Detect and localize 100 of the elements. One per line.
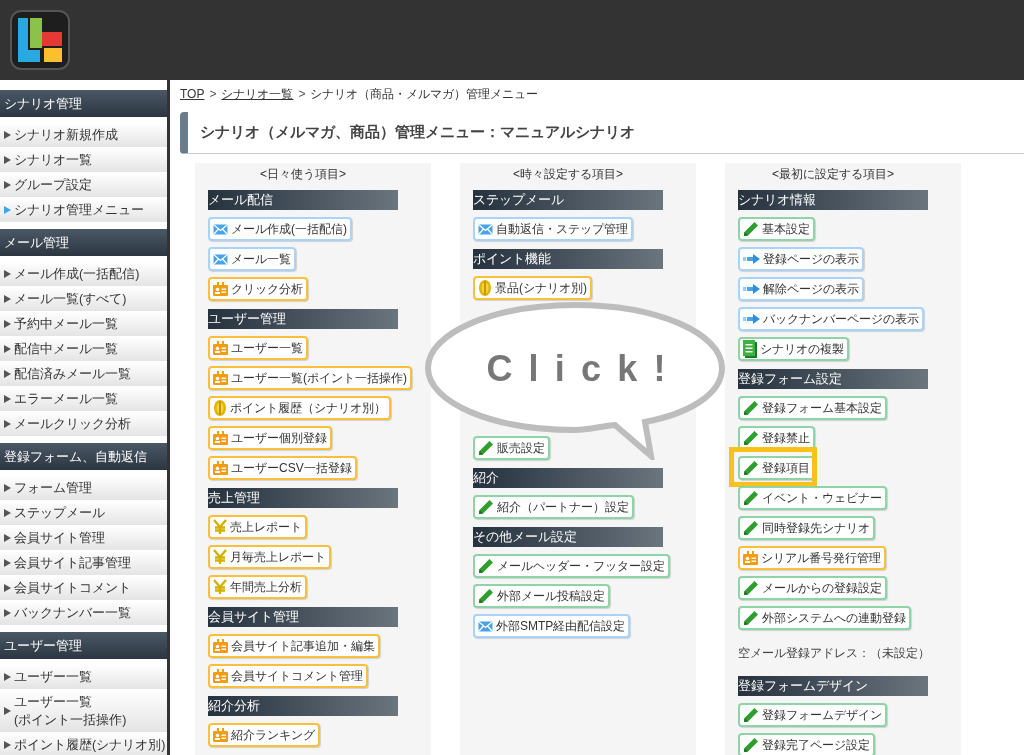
menu-button[interactable]: 同時登録先シナリオ (738, 516, 875, 540)
pencil-icon (743, 460, 759, 476)
id-card-icon (213, 282, 228, 296)
logo-icon[interactable] (10, 10, 70, 70)
coin-icon (213, 399, 227, 417)
menu-button[interactable]: 会員サイト記事追加・編集 (208, 634, 380, 658)
section-header: メール配信 (208, 190, 398, 210)
id-card-icon (213, 371, 228, 385)
menu-button[interactable]: 登録項目 (738, 456, 815, 480)
menu-button[interactable]: 売上レポート (208, 515, 307, 539)
menu-button[interactable]: メール作成(一括配信) (208, 217, 352, 241)
menu-button[interactable]: ユーザー一覧 (208, 336, 308, 360)
sidebar-item[interactable]: シナリオ新規作成 (0, 123, 167, 148)
menu-button[interactable]: 年間売上分析 (208, 575, 307, 599)
menu-button[interactable]: 登録禁止 (738, 426, 815, 450)
sidebar-item[interactable]: エラーメール一覧 (0, 387, 167, 412)
envelope-icon (213, 223, 228, 235)
pencil-icon (478, 588, 494, 604)
sidebar-item[interactable]: 会員サイト管理 (0, 526, 167, 551)
coin-icon (478, 279, 492, 297)
menu-button[interactable]: ユーザー一覧(ポイント一括操作) (208, 366, 412, 390)
yen-sign-icon (213, 549, 227, 565)
menu-button[interactable]: イベント・ウェビナー (738, 486, 887, 510)
arrow-icon (743, 254, 760, 264)
sidebar-item[interactable]: 会員サイト記事管理 (0, 551, 167, 576)
pencil-icon (743, 707, 759, 723)
sidebar-item[interactable]: シナリオ管理メニュー (0, 198, 167, 223)
sidebar-item[interactable]: グループ設定 (0, 173, 167, 198)
sidebar-item[interactable]: バックナンバー一覧 (0, 601, 167, 626)
breadcrumb-link[interactable]: TOP (180, 85, 205, 103)
menu-button[interactable]: 外部メール投稿設定 (473, 584, 610, 608)
breadcrumb-separator: > (209, 86, 217, 103)
arrow-icon (743, 314, 760, 324)
pencil-icon (743, 221, 759, 237)
menu-button[interactable]: 景品(シナリオ別) (473, 276, 592, 300)
section-header: 紹介分析 (208, 696, 398, 716)
section-header: 登録フォームデザイン (738, 676, 928, 696)
menu-button[interactable]: 外部SMTP経由配信設定 (473, 614, 631, 638)
menu-button[interactable]: 販売設定 (473, 436, 550, 460)
menu-button[interactable]: 登録ページの表示 (738, 247, 864, 271)
callout-text: Click! (485, 347, 683, 391)
sidebar-item[interactable]: メール一覧(すべて) (0, 287, 167, 312)
section-header: ユーザー管理 (208, 309, 398, 329)
menu-button[interactable]: メールからの登録設定 (738, 576, 887, 600)
section-header: シナリオ情報 (738, 190, 928, 210)
sidebar-section-header: ユーザー管理 (0, 632, 167, 659)
pencil-icon (478, 499, 494, 515)
sidebar-item[interactable]: メールクリック分析 (0, 412, 167, 437)
section-header: 紹介 (473, 468, 663, 488)
menu-button[interactable]: シナリオの複製 (738, 337, 849, 361)
breadcrumb-separator: > (298, 86, 306, 103)
menu-button[interactable]: シリアル番号発行管理 (738, 546, 886, 570)
id-card-icon (213, 431, 228, 445)
breadcrumb-link[interactable]: シナリオ一覧 (221, 85, 294, 103)
column-title: <時々設定する項目> (512, 166, 624, 183)
sidebar-item[interactable]: 配信済みメール一覧 (0, 362, 167, 387)
menu-button[interactable]: メールヘッダー・フッター設定 (473, 554, 670, 578)
pencil-icon (743, 490, 759, 506)
menu-button[interactable]: 紹介（パートナー）設定 (473, 495, 634, 519)
id-card-icon (213, 461, 228, 475)
menu-button[interactable]: バックナンバーページの表示 (738, 307, 924, 331)
id-card-icon (213, 639, 228, 653)
menu-button[interactable]: 自動返信・ステップ管理 (473, 217, 633, 241)
menu-button[interactable]: 月毎売上レポート (208, 545, 331, 569)
sidebar-item[interactable]: 予約中メール一覧 (0, 312, 167, 337)
sidebar-item[interactable]: ステップメール (0, 501, 167, 526)
menu-button[interactable]: 登録フォーム基本設定 (738, 396, 887, 420)
menu-button[interactable]: 登録フォームデザイン (738, 703, 887, 727)
sidebar-item[interactable]: シナリオ一覧 (0, 148, 167, 173)
menu-button[interactable]: クリック分析 (208, 277, 308, 301)
id-card-icon (213, 728, 228, 742)
pencil-icon (743, 580, 759, 596)
page-title: シナリオ（メルマガ、商品）管理メニュー：マニュアルシナリオ (180, 112, 1024, 154)
menu-button[interactable]: 会員サイトコメント管理 (208, 664, 368, 688)
pencil-icon (743, 400, 759, 416)
menu-button[interactable]: 基本設定 (738, 217, 815, 241)
sidebar-item[interactable]: 配信中メール一覧 (0, 337, 167, 362)
envelope-icon (478, 620, 493, 632)
menu-button[interactable]: メール一覧 (208, 247, 296, 271)
menu-button[interactable]: 解除ページの表示 (738, 277, 864, 301)
section-header: 会員サイト管理 (208, 607, 398, 627)
sidebar-item[interactable]: ポイント履歴(シナリオ別) (0, 733, 167, 755)
sidebar-section-header: 登録フォーム、自動返信 (0, 443, 167, 470)
sidebar-item[interactable]: ユーザー一覧 (0, 665, 167, 690)
menu-button[interactable]: ユーザー個別登録 (208, 426, 332, 450)
menu-button[interactable]: ポイント履歴（シナリオ別） (208, 396, 391, 420)
section-header: その他メール設定 (473, 527, 663, 547)
menu-button[interactable]: 登録完了ページ設定 (738, 733, 875, 755)
column-title: <日々使う項目> (259, 166, 347, 183)
section-header: 登録フォーム設定 (738, 369, 928, 389)
menu-button[interactable]: 外部システムへの連動登録 (738, 606, 911, 630)
sidebar-item[interactable]: フォーム管理 (0, 476, 167, 501)
menu-button[interactable]: 紹介ランキング (208, 723, 320, 747)
sidebar-item[interactable]: 会員サイトコメント (0, 576, 167, 601)
envelope-icon (213, 253, 228, 265)
pencil-icon (743, 737, 759, 753)
menu-button[interactable]: ユーザーCSV一括登録 (208, 456, 357, 480)
sidebar-item[interactable]: メール作成(一括配信) (0, 262, 167, 287)
breadcrumb-current: シナリオ（商品・メルマガ）管理メニュー (310, 86, 539, 103)
sidebar-section-header: シナリオ管理 (0, 90, 167, 117)
